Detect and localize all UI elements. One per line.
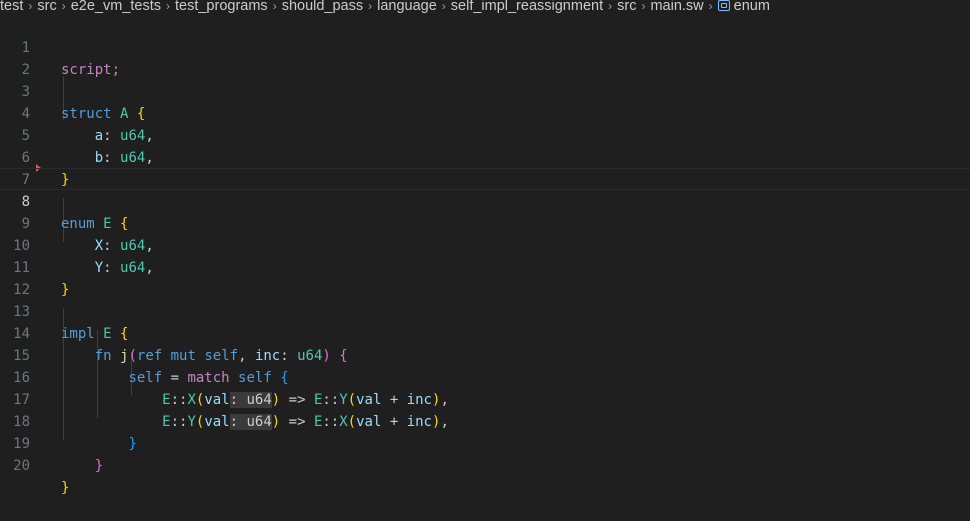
breadcrumb-item-src[interactable]: src [37, 0, 56, 14]
code-line: 2 [0, 37, 970, 78]
breadcrumb-item-e2e-vm-tests[interactable]: e2e_vm_tests [71, 0, 161, 14]
chevron-right-icon: › [641, 0, 646, 13]
breadcrumb-item-test-programs[interactable]: test_programs [175, 0, 268, 14]
code-line: 20 } [0, 433, 970, 496]
breadcrumb: test › src › e2e_vm_tests › test_programs › shou… [0, 0, 970, 15]
code-line: 14 fn j(ref mut self, inc: u64) { [0, 301, 970, 364]
code-editor[interactable]: 1 script; 2 3 struct A { 4 a: u64, 5 b: … [0, 15, 970, 496]
breadcrumb-item-enum[interactable]: enum [734, 0, 770, 14]
breadcrumb-item-should-pass[interactable]: should_pass [282, 0, 363, 14]
code-line: 11 } [0, 235, 970, 298]
enum-symbol-icon [717, 0, 730, 11]
chevron-right-icon: › [441, 0, 446, 13]
code-line: 4 a: u64, [0, 81, 970, 144]
code-line: 5 b: u64, [0, 103, 970, 166]
chevron-right-icon: › [272, 0, 277, 13]
line-number: 20 [13, 458, 30, 474]
breadcrumb-item-language[interactable]: language [377, 0, 437, 14]
code-line: 19 } [0, 411, 970, 474]
code-line: 17 E::Y(val: u64) => E::X(val + inc), [0, 367, 970, 430]
code-line: 12 [0, 257, 970, 298]
line-content: } [61, 480, 70, 496]
breadcrumb-item-self-impl-reassignment[interactable]: self_impl_reassignment [451, 0, 603, 14]
code-line: 6 } [0, 125, 970, 188]
code-line: 15 self = match self { [0, 323, 970, 386]
code-line: 18 } [0, 389, 970, 452]
code-line: 13 impl E { [0, 279, 970, 342]
chevron-right-icon: › [61, 0, 66, 13]
chevron-right-icon: › [166, 0, 170, 13]
code-line: 16 E::X(val: u64) => E::Y(val + inc), [0, 345, 970, 408]
chevron-right-icon: › [608, 0, 613, 13]
code-line: 10 Y: u64, [0, 213, 970, 276]
breadcrumb-item-src-2[interactable]: src [617, 0, 636, 14]
chevron-right-icon: › [368, 0, 373, 13]
breadcrumb-item-test[interactable]: test [0, 0, 23, 14]
code-line: 1 script; [0, 15, 970, 78]
line-content: } [94, 458, 104, 474]
code-line: 7 [0, 147, 970, 188]
code-line: 9 X: u64, [0, 191, 970, 254]
breadcrumb-item-main-sw[interactable]: main.sw [650, 0, 703, 14]
code-line: 3 struct A { [0, 59, 970, 122]
chevron-right-icon: › [708, 0, 713, 13]
chevron-right-icon: › [28, 0, 33, 13]
code-line-active: 8 enum E { [0, 168, 970, 232]
